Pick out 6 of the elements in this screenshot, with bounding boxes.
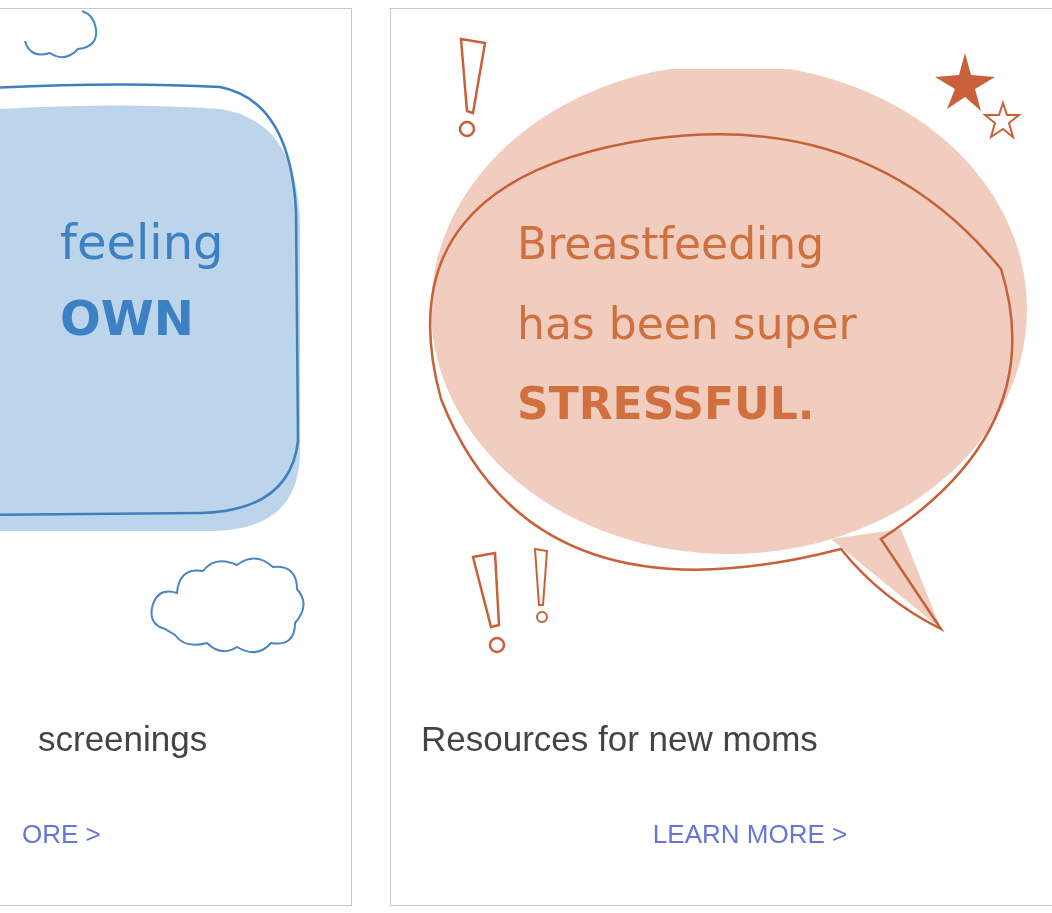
learn-more-link[interactable]: LEARN MORE >: [652, 819, 848, 850]
bubble-text: feeling OWN: [60, 213, 225, 348]
bubble-text: Breastfeeding has been super STRESSFUL.: [517, 217, 858, 431]
card-caption: screenings: [37, 719, 209, 759]
learn-more-link[interactable]: ORE >: [22, 819, 101, 850]
card-caption: Resources for new moms: [420, 719, 819, 759]
